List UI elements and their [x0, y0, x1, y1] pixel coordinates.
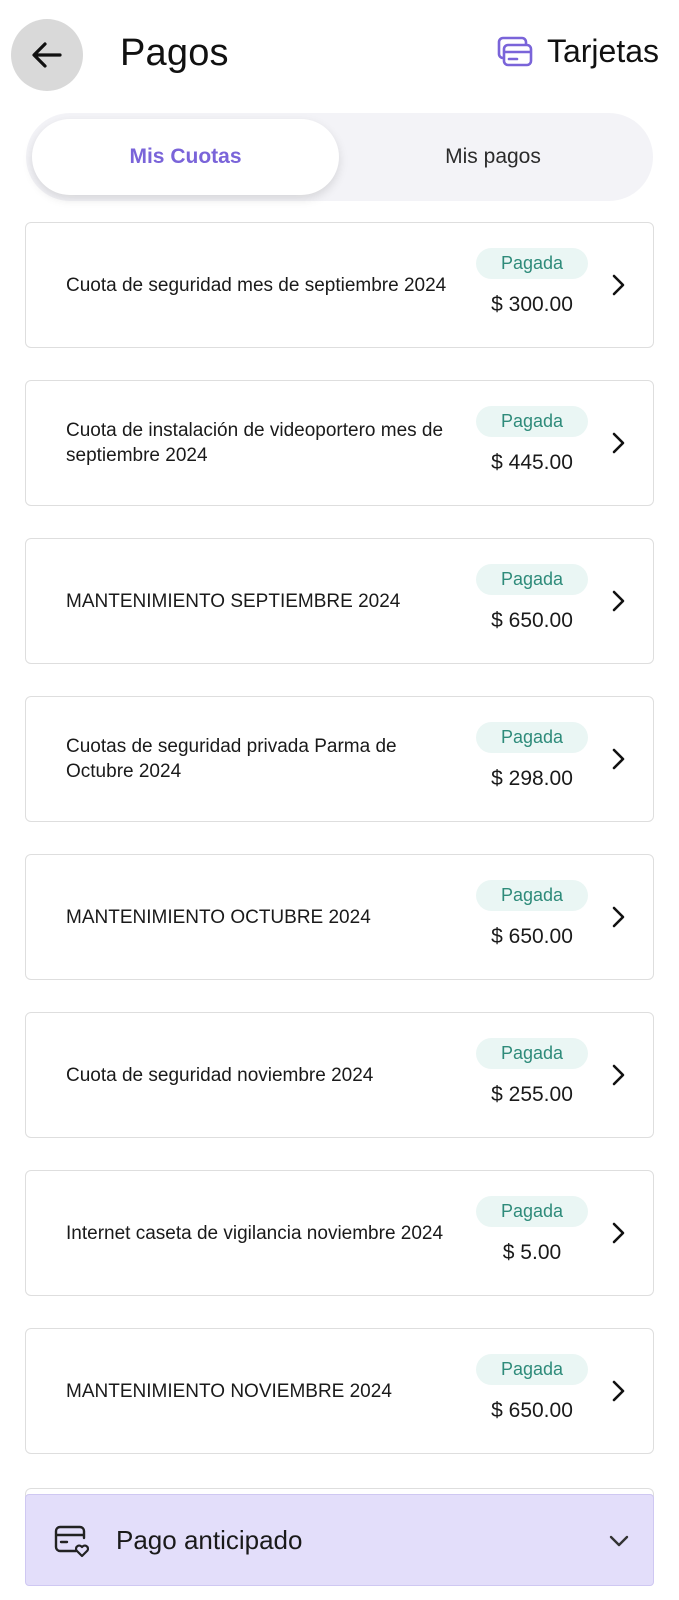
- fee-item[interactable]: MANTENIMIENTO OCTUBRE 2024 Pagada $ 650.…: [25, 854, 654, 980]
- tab-bar: Mis Cuotas Mis pagos: [26, 113, 653, 201]
- chevron-right-icon: [612, 906, 625, 928]
- tab-mis-cuotas[interactable]: Mis Cuotas: [32, 119, 339, 195]
- status-badge: Pagada: [476, 1196, 588, 1227]
- fee-description: Cuota de seguridad noviembre 2024: [66, 1064, 374, 1086]
- card-heart-icon: [54, 1525, 90, 1558]
- chevron-right-icon: [612, 1380, 625, 1402]
- app-header: Pagos Tarjetas: [0, 0, 679, 112]
- status-badge: Pagada: [476, 880, 588, 911]
- tab-mis-pagos[interactable]: Mis pagos: [339, 119, 647, 195]
- fee-item[interactable]: Cuota de seguridad mes de septiembre 202…: [25, 222, 654, 348]
- advance-payment-label: Pago anticipado: [116, 1525, 303, 1555]
- fee-description: Cuota de seguridad mes de septiembre 202…: [66, 274, 447, 296]
- fee-amount: $ 300.00: [491, 293, 573, 316]
- cards-icon: [497, 36, 533, 66]
- chevron-right-icon: [612, 1064, 625, 1086]
- fee-description: Cuotas de seguridad privada Parma de Oct…: [66, 736, 397, 782]
- fee-description: MANTENIMIENTO OCTUBRE 2024: [66, 906, 371, 928]
- chevron-right-icon: [612, 590, 625, 612]
- status-badge: Pagada: [476, 1354, 588, 1385]
- fee-item[interactable]: Internet caseta de vigilancia noviembre …: [25, 1170, 654, 1296]
- chevron-right-icon: [612, 748, 625, 770]
- fee-amount: $ 5.00: [502, 1241, 562, 1264]
- fee-description: MANTENIMIENTO SEPTIEMBRE 2024: [66, 590, 401, 612]
- fee-amount: $ 650.00: [491, 609, 573, 632]
- fees-list: Cuota de seguridad mes de septiembre 202…: [25, 222, 654, 1486]
- chevron-right-icon: [612, 274, 625, 296]
- fee-item[interactable]: Cuota de seguridad noviembre 2024 Pagada…: [25, 1012, 654, 1138]
- status-badge: Pagada: [476, 248, 588, 279]
- fee-description: Internet caseta de vigilancia noviembre …: [66, 1222, 444, 1244]
- fee-amount: $ 298.00: [491, 767, 573, 790]
- advance-payment-panel[interactable]: Pago anticipado: [25, 1494, 654, 1586]
- fee-item[interactable]: MANTENIMIENTO SEPTIEMBRE 2024 Pagada $ 6…: [25, 538, 654, 664]
- back-button[interactable]: [11, 19, 83, 91]
- status-badge: Pagada: [476, 722, 588, 753]
- fee-item[interactable]: Cuotas de seguridad privada Parma de Oct…: [25, 696, 654, 822]
- fee-amount: $ 255.00: [491, 1083, 573, 1106]
- fee-amount: $ 650.00: [491, 925, 573, 948]
- page-title: Pagos: [120, 32, 229, 74]
- fee-item[interactable]: MANTENIMIENTO NOVIEMBRE 2024 Pagada $ 65…: [25, 1328, 654, 1454]
- chevron-down-icon: [609, 1535, 629, 1547]
- arrow-left-icon: [32, 42, 62, 68]
- fee-description: Cuota de instalación de videoportero mes…: [66, 420, 444, 466]
- chevron-right-icon: [612, 1222, 625, 1244]
- status-badge: Pagada: [476, 406, 588, 437]
- fee-description: MANTENIMIENTO NOVIEMBRE 2024: [66, 1380, 392, 1402]
- status-badge: Pagada: [476, 564, 588, 595]
- fee-item[interactable]: Cuota de instalación de videoportero mes…: [25, 380, 654, 506]
- chevron-right-icon: [612, 432, 625, 454]
- cards-label: Tarjetas: [546, 33, 659, 69]
- status-badge: Pagada: [476, 1038, 588, 1069]
- fee-amount: $ 445.00: [491, 451, 573, 474]
- cards-link[interactable]: Tarjetas: [497, 33, 659, 70]
- fee-amount: $ 650.00: [491, 1399, 573, 1422]
